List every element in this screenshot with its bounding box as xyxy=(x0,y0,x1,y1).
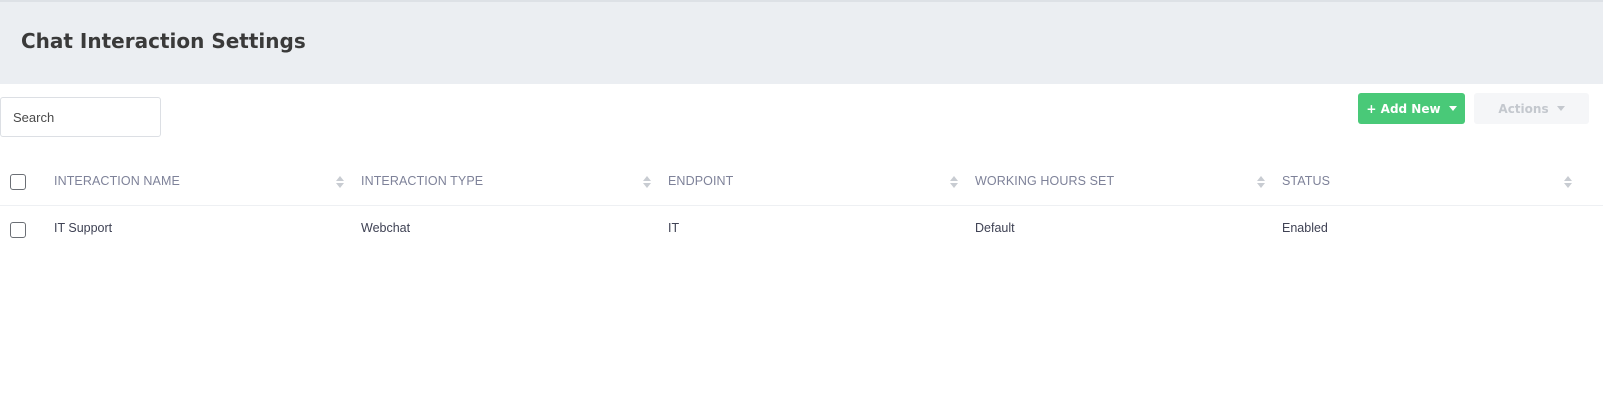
sort-icon[interactable] xyxy=(336,175,344,189)
cell-interaction-name[interactable]: IT Support xyxy=(54,221,112,235)
table-header-row: INTERACTION NAME INTERACTION TYPE ENDPOI… xyxy=(0,158,1603,206)
add-new-button[interactable]: + Add New xyxy=(1358,93,1465,124)
select-all-checkbox[interactable] xyxy=(10,174,26,190)
column-header-status[interactable]: STATUS xyxy=(1282,174,1330,188)
add-new-label: + Add New xyxy=(1366,101,1441,116)
sort-icon[interactable] xyxy=(950,175,958,189)
cell-working-hours-set: Default xyxy=(975,221,1015,235)
actions-button[interactable]: Actions xyxy=(1474,93,1589,124)
column-header-working-hours-set[interactable]: WORKING HOURS SET xyxy=(975,174,1114,188)
sort-icon[interactable] xyxy=(1564,175,1572,189)
cell-endpoint: IT xyxy=(668,221,680,235)
row-checkbox[interactable] xyxy=(10,222,26,238)
chevron-down-icon xyxy=(1448,106,1457,111)
column-header-endpoint[interactable]: ENDPOINT xyxy=(668,174,733,188)
chevron-down-icon xyxy=(1556,106,1565,111)
page-title: Chat Interaction Settings xyxy=(21,29,306,53)
column-header-interaction-type[interactable]: INTERACTION TYPE xyxy=(361,174,483,188)
actions-label: Actions xyxy=(1498,101,1549,116)
search-input[interactable] xyxy=(0,97,161,137)
cell-interaction-type: Webchat xyxy=(361,221,411,235)
sort-icon[interactable] xyxy=(1257,175,1265,189)
sort-icon[interactable] xyxy=(643,175,651,189)
page-header: Chat Interaction Settings xyxy=(0,0,1603,84)
column-header-interaction-name[interactable]: INTERACTION NAME xyxy=(54,174,180,188)
cell-status: Enabled xyxy=(1282,221,1328,235)
interactions-table: INTERACTION NAME INTERACTION TYPE ENDPOI… xyxy=(0,158,1603,238)
